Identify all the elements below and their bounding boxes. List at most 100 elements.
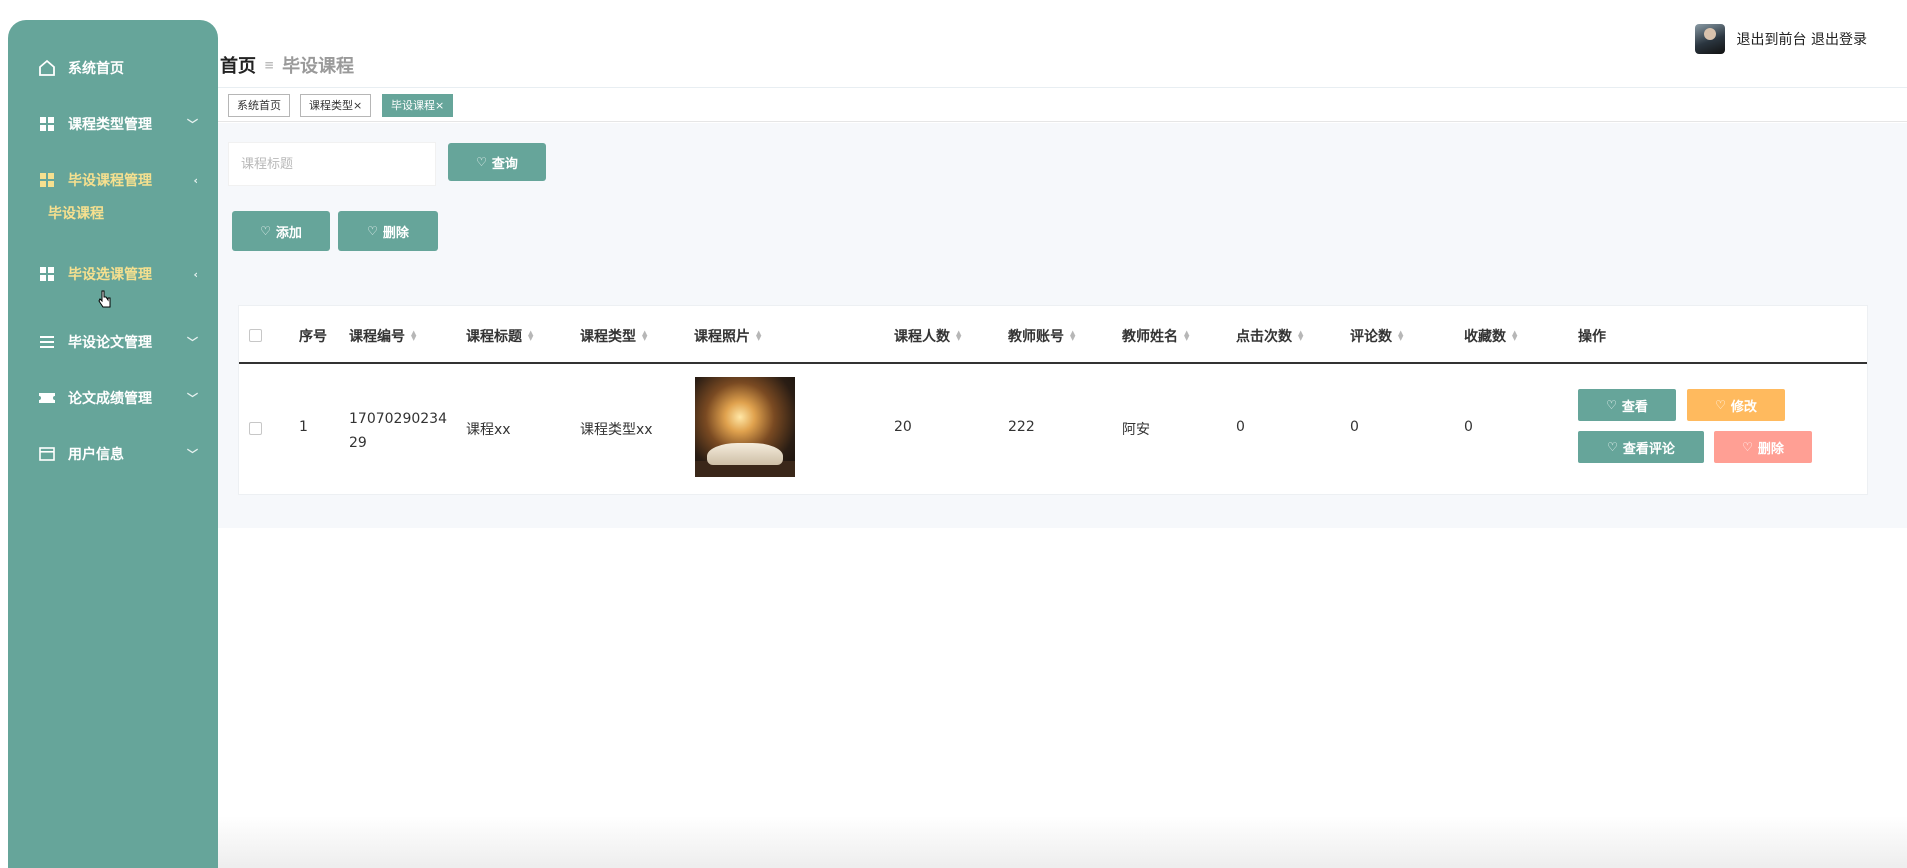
sidebar-item-user-info[interactable]: 用户信息 ﹀ bbox=[8, 434, 218, 474]
edit-button[interactable]: ♡ 修改 bbox=[1687, 389, 1785, 421]
column-header-code[interactable]: 课程编号 ▲ ▼ bbox=[349, 326, 416, 346]
cell-code-line: 29 bbox=[349, 435, 367, 451]
column-header-photo[interactable]: 课程照片 ▲ ▼ bbox=[694, 326, 761, 346]
home-icon bbox=[38, 59, 56, 77]
logout-link[interactable]: 退出登录 bbox=[1811, 32, 1867, 48]
sidebar-item-thesis-course[interactable]: 毕设课程管理 ‹ bbox=[8, 160, 218, 200]
view-comments-button-label: 查看评论 bbox=[1622, 441, 1675, 457]
sort-icon[interactable]: ▲ ▼ bbox=[1184, 330, 1189, 342]
column-label: 教师账号 bbox=[1008, 329, 1064, 345]
column-label: 收藏数 bbox=[1464, 329, 1506, 345]
sort-icon[interactable]: ▲ ▼ bbox=[956, 330, 961, 342]
chevron-down-icon: ﹀ bbox=[187, 392, 198, 405]
sidebar-item-thesis-paper[interactable]: 毕设论文管理 ﹀ bbox=[8, 322, 218, 362]
column-label: 教师姓名 bbox=[1122, 329, 1178, 345]
course-photo bbox=[695, 377, 795, 477]
heart-icon: ♡ bbox=[260, 224, 271, 238]
heart-icon: ♡ bbox=[367, 224, 378, 238]
view-comments-button[interactable]: ♡ 查看评论 bbox=[1578, 431, 1704, 463]
column-header-teacher-name[interactable]: 教师姓名 ▲ ▼ bbox=[1122, 326, 1189, 346]
sidebar-item-label: 毕设课程管理 bbox=[68, 173, 152, 189]
breadcrumb: 首页 ≡ 毕设课程 bbox=[220, 52, 354, 78]
sidebar-item-course-selection[interactable]: 毕设选课管理 ‹ bbox=[8, 254, 218, 294]
sort-icon[interactable]: ▲ ▼ bbox=[411, 330, 416, 342]
tag-label: 毕设课程 bbox=[391, 99, 435, 112]
column-header-people[interactable]: 课程人数 ▲ ▼ bbox=[894, 326, 961, 346]
sidebar-item-label: 毕设论文管理 bbox=[68, 335, 152, 351]
cell-index: 1 bbox=[299, 419, 308, 435]
cell-code-line: 17070290234 bbox=[349, 411, 447, 427]
select-all-checkbox[interactable] bbox=[249, 329, 262, 342]
view-button[interactable]: ♡ 查看 bbox=[1578, 389, 1676, 421]
close-icon[interactable]: × bbox=[353, 99, 362, 112]
front-page-link[interactable]: 退出到前台 bbox=[1737, 32, 1807, 48]
ticket-icon bbox=[38, 389, 56, 407]
sort-icon[interactable]: ▲ ▼ bbox=[1298, 330, 1303, 342]
column-label: 课程类型 bbox=[580, 329, 636, 345]
column-label: 点击次数 bbox=[1236, 329, 1292, 345]
chevron-left-icon: ‹ bbox=[193, 267, 198, 281]
sidebar-item-label: 论文成绩管理 bbox=[68, 391, 152, 407]
chevron-down-icon: ﹀ bbox=[187, 336, 198, 349]
user-area: 退出到前台 退出登录 bbox=[1694, 24, 1867, 54]
view-button-label: 查看 bbox=[1621, 399, 1648, 415]
search-input[interactable] bbox=[228, 142, 436, 186]
footer-fade bbox=[218, 816, 1907, 868]
column-label: 课程照片 bbox=[694, 329, 750, 345]
sidebar-item-label: 课程类型管理 bbox=[68, 117, 152, 133]
column-header-type[interactable]: 课程类型 ▲ ▼ bbox=[580, 326, 647, 346]
sort-icon[interactable]: ▲ ▼ bbox=[1512, 330, 1517, 342]
cell-clicks: 0 bbox=[1236, 419, 1245, 435]
sidebar-item-course-type[interactable]: 课程类型管理 ﹀ bbox=[8, 104, 218, 144]
search-button[interactable]: ♡ 查询 bbox=[448, 143, 546, 181]
tag-home[interactable]: 系统首页 bbox=[228, 94, 290, 117]
tag-course-type[interactable]: 课程类型× bbox=[300, 94, 372, 117]
add-button-label: 添加 bbox=[275, 225, 302, 241]
chevron-left-icon: ‹ bbox=[193, 173, 198, 187]
cell-teacher-account: 222 bbox=[1008, 419, 1035, 435]
list-icon bbox=[38, 333, 56, 351]
sort-icon[interactable]: ▲ ▼ bbox=[642, 330, 647, 342]
column-header-title[interactable]: 课程标题 ▲ ▼ bbox=[466, 326, 533, 346]
chevron-down-icon: ﹀ bbox=[187, 118, 198, 131]
column-header-index: 序号 bbox=[299, 326, 327, 346]
sidebar-item-label: 用户信息 bbox=[68, 447, 124, 463]
breadcrumb-home[interactable]: 首页 bbox=[220, 52, 256, 78]
delete-button[interactable]: ♡ 删除 bbox=[338, 211, 438, 251]
search-button-label: 查询 bbox=[491, 156, 518, 172]
row-delete-button-label: 删除 bbox=[1757, 441, 1784, 457]
edit-button-label: 修改 bbox=[1730, 399, 1757, 415]
column-label: 课程标题 bbox=[466, 329, 522, 345]
grid-icon bbox=[38, 171, 56, 189]
heart-icon: ♡ bbox=[1742, 440, 1753, 454]
sidebar-item-label: 毕设选课管理 bbox=[68, 267, 152, 283]
sort-icon[interactable]: ▲ ▼ bbox=[1398, 330, 1403, 342]
column-header-teacher-account[interactable]: 教师账号 ▲ ▼ bbox=[1008, 326, 1075, 346]
row-checkbox[interactable] bbox=[249, 422, 262, 435]
submenu-item-thesis-course[interactable]: 毕设课程 bbox=[48, 203, 104, 223]
tag-thesis-course[interactable]: 毕设课程× bbox=[382, 94, 454, 117]
cell-teacher-name: 阿安 bbox=[1122, 422, 1150, 438]
column-header-clicks[interactable]: 点击次数 ▲ ▼ bbox=[1236, 326, 1303, 346]
column-header-favorites[interactable]: 收藏数 ▲ ▼ bbox=[1464, 326, 1517, 346]
sort-icon[interactable]: ▲ ▼ bbox=[528, 330, 533, 342]
column-label: 序号 bbox=[299, 329, 327, 345]
column-header-comments[interactable]: 评论数 ▲ ▼ bbox=[1350, 326, 1403, 346]
sort-icon[interactable]: ▲ ▼ bbox=[1070, 330, 1075, 342]
breadcrumb-current: 毕设课程 bbox=[282, 56, 355, 77]
cell-people: 20 bbox=[894, 419, 912, 435]
sidebar-item-home[interactable]: 系统首页 bbox=[8, 48, 218, 88]
heart-icon: ♡ bbox=[1607, 440, 1618, 454]
sort-icon[interactable]: ▲ ▼ bbox=[756, 330, 761, 342]
sidebar-item-paper-score[interactable]: 论文成绩管理 ﹀ bbox=[8, 378, 218, 418]
table-header: 序号 课程编号 ▲ ▼ 课程标题 ▲ ▼ 课程类型 ▲ ▼ 课程照片 ▲ ▼ 课程人数 ▲ ▼ 教师… bbox=[239, 306, 1867, 364]
column-label: 评论数 bbox=[1350, 329, 1392, 345]
close-icon[interactable]: × bbox=[435, 99, 444, 112]
add-button[interactable]: ♡ 添加 bbox=[232, 211, 330, 251]
grid-icon bbox=[38, 265, 56, 283]
column-label: 课程编号 bbox=[349, 329, 405, 345]
heart-icon: ♡ bbox=[1606, 398, 1617, 412]
sidebar-item-label: 系统首页 bbox=[68, 61, 124, 77]
row-delete-button[interactable]: ♡ 删除 bbox=[1714, 431, 1812, 463]
breadcrumb-separator: ≡ bbox=[264, 58, 275, 72]
